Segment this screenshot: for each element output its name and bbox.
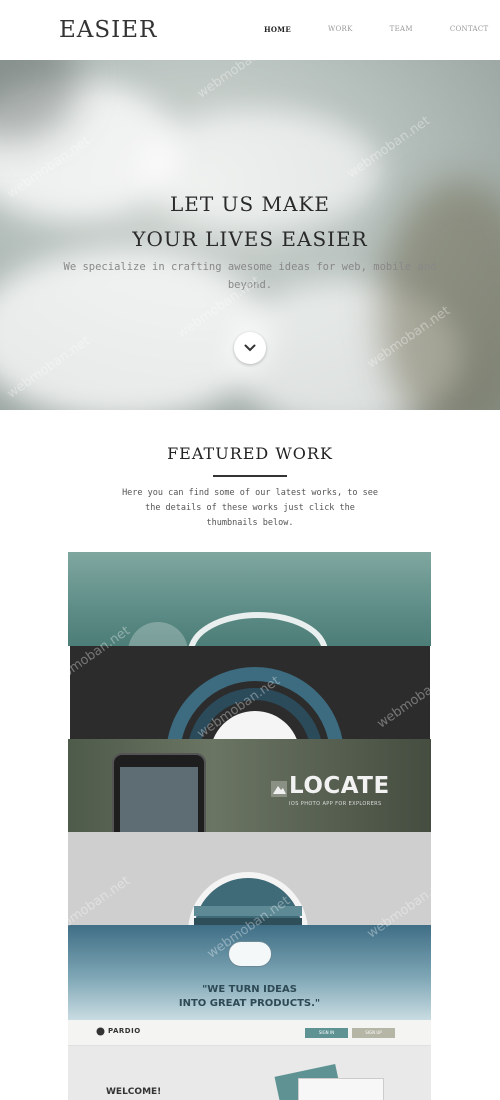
thumb-graphic <box>128 622 188 646</box>
welcome-text: WELCOME! <box>106 1087 162 1097</box>
cloud-logo-icon <box>228 941 272 967</box>
featured-description: Here you can find some of our latest wor… <box>122 488 378 528</box>
work-thumbnail[interactable]: WELCOME! <box>68 1046 431 1100</box>
turn-ideas-text: "WE TURN IDEAS INTO GREAT PRODUCTS." <box>68 983 431 1011</box>
thumb-graphic <box>188 872 308 925</box>
chevron-down-icon <box>244 344 256 352</box>
scroll-down-button[interactable] <box>234 332 266 364</box>
featured-divider <box>213 475 287 477</box>
pardio-logo-icon <box>96 1027 105 1036</box>
nav-home[interactable]: HOME <box>264 25 291 34</box>
phone-screen <box>120 767 198 832</box>
locate-title: LOCATE <box>289 773 390 799</box>
turn-ideas-line1: "WE TURN IDEAS <box>202 984 297 995</box>
hero-section: LET US MAKE YOUR LIVES EASIER We special… <box>0 60 500 410</box>
mountain-icon <box>271 781 287 797</box>
thumb-graphic <box>188 612 328 646</box>
work-thumbnail[interactable] <box>68 832 431 925</box>
work-thumbnail[interactable]: "WE TURN IDEAS INTO GREAT PRODUCTS." <box>68 925 431 1020</box>
hero-title-line2: YOUR LIVES EASIER <box>132 227 368 251</box>
pardio-logo: PARDIO <box>108 1027 141 1035</box>
site-header: EASIER HOME WORK TEAM CONTACT <box>0 0 500 60</box>
nav-team[interactable]: TEAM <box>390 25 413 34</box>
featured-title: FEATURED WORK <box>167 444 333 463</box>
work-thumbnail[interactable]: LOCATE IOS PHOTO APP FOR EXPLORERS <box>68 739 431 832</box>
hero-subtitle: We specialize in crafting awesome ideas … <box>63 261 437 291</box>
work-thumbnail[interactable] <box>68 552 431 646</box>
work-thumbnail[interactable] <box>70 646 430 739</box>
card-graphic <box>298 1078 384 1100</box>
nav-contact[interactable]: CONTACT <box>450 25 489 34</box>
site-logo[interactable]: EASIER <box>59 17 157 43</box>
phone-mockup <box>112 753 206 832</box>
pardio-signin-button: SIGN IN <box>305 1028 348 1038</box>
locate-subtitle: IOS PHOTO APP FOR EXPLORERS <box>289 801 382 807</box>
main-nav: HOME WORK TEAM CONTACT <box>264 25 489 34</box>
nav-work[interactable]: WORK <box>328 25 353 34</box>
pardio-thumbnail-header[interactable]: PARDIO SIGN IN SIGN UP <box>68 1020 431 1046</box>
hero-title-line1: LET US MAKE <box>170 192 330 216</box>
turn-ideas-line2: INTO GREAT PRODUCTS." <box>178 998 321 1009</box>
thumb-graphic <box>167 667 343 739</box>
pardio-signup-button: SIGN UP <box>352 1028 395 1038</box>
